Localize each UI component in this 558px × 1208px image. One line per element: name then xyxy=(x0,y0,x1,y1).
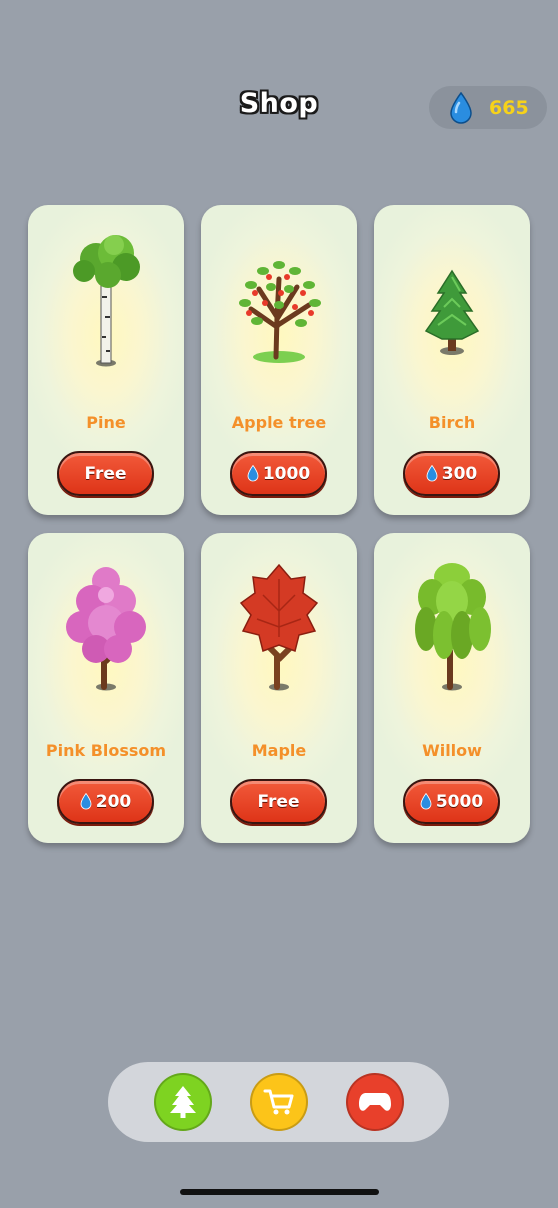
item-name: Maple xyxy=(251,741,307,760)
buy-button[interactable]: 300 xyxy=(403,451,500,496)
buy-button[interactable]: Free xyxy=(57,451,154,496)
currency-display: 665 xyxy=(429,86,547,129)
item-name: Birch xyxy=(428,413,476,432)
price-label: Free xyxy=(257,791,300,812)
item-name: Pink Blossom xyxy=(45,741,167,760)
water-drop-icon xyxy=(80,793,92,810)
shop-item-card[interactable]: Maple Free xyxy=(201,533,357,843)
buy-button[interactable]: 5000 xyxy=(403,779,500,824)
water-drop-icon xyxy=(450,91,472,124)
price-label: Free xyxy=(84,463,127,484)
shop-item-card[interactable]: Apple tree 1000 xyxy=(201,205,357,515)
pine-tree-icon xyxy=(424,269,480,355)
nav-shop-button[interactable] xyxy=(250,1073,308,1131)
water-drop-icon xyxy=(420,793,432,810)
shop-item-card[interactable]: Pink Blossom 200 xyxy=(28,533,184,843)
price-label: 300 xyxy=(441,463,478,484)
apple-tree-icon xyxy=(239,261,321,363)
price-label: 200 xyxy=(95,791,132,812)
bottom-nav xyxy=(108,1062,449,1142)
nav-forest-button[interactable] xyxy=(154,1073,212,1131)
buy-button[interactable]: 1000 xyxy=(230,451,327,496)
water-drop-icon xyxy=(426,465,438,482)
item-name: Apple tree xyxy=(231,413,327,432)
birch-tree-icon xyxy=(73,235,140,367)
water-drop-icon xyxy=(247,465,259,482)
gamepad-icon xyxy=(359,1093,391,1111)
willow-tree-icon xyxy=(415,563,491,691)
shopping-cart-icon xyxy=(263,1089,294,1115)
shop-item-card[interactable]: Birch 300 xyxy=(374,205,530,515)
buy-button[interactable]: Free xyxy=(230,779,327,824)
shop-item-card[interactable]: Willow 5000 xyxy=(374,533,530,843)
pink-blossom-tree-icon xyxy=(66,567,146,691)
price-label: 1000 xyxy=(262,463,311,484)
maple-tree-icon xyxy=(239,563,319,691)
item-name: Pine xyxy=(86,413,126,432)
home-indicator xyxy=(180,1189,379,1195)
price-label: 5000 xyxy=(435,791,484,812)
currency-amount: 665 xyxy=(489,96,529,119)
nav-game-button[interactable] xyxy=(346,1073,404,1131)
tree-icon xyxy=(170,1086,196,1118)
item-name: Willow xyxy=(422,741,482,760)
buy-button[interactable]: 200 xyxy=(57,779,154,824)
shop-item-card[interactable]: Pine Free xyxy=(28,205,184,515)
